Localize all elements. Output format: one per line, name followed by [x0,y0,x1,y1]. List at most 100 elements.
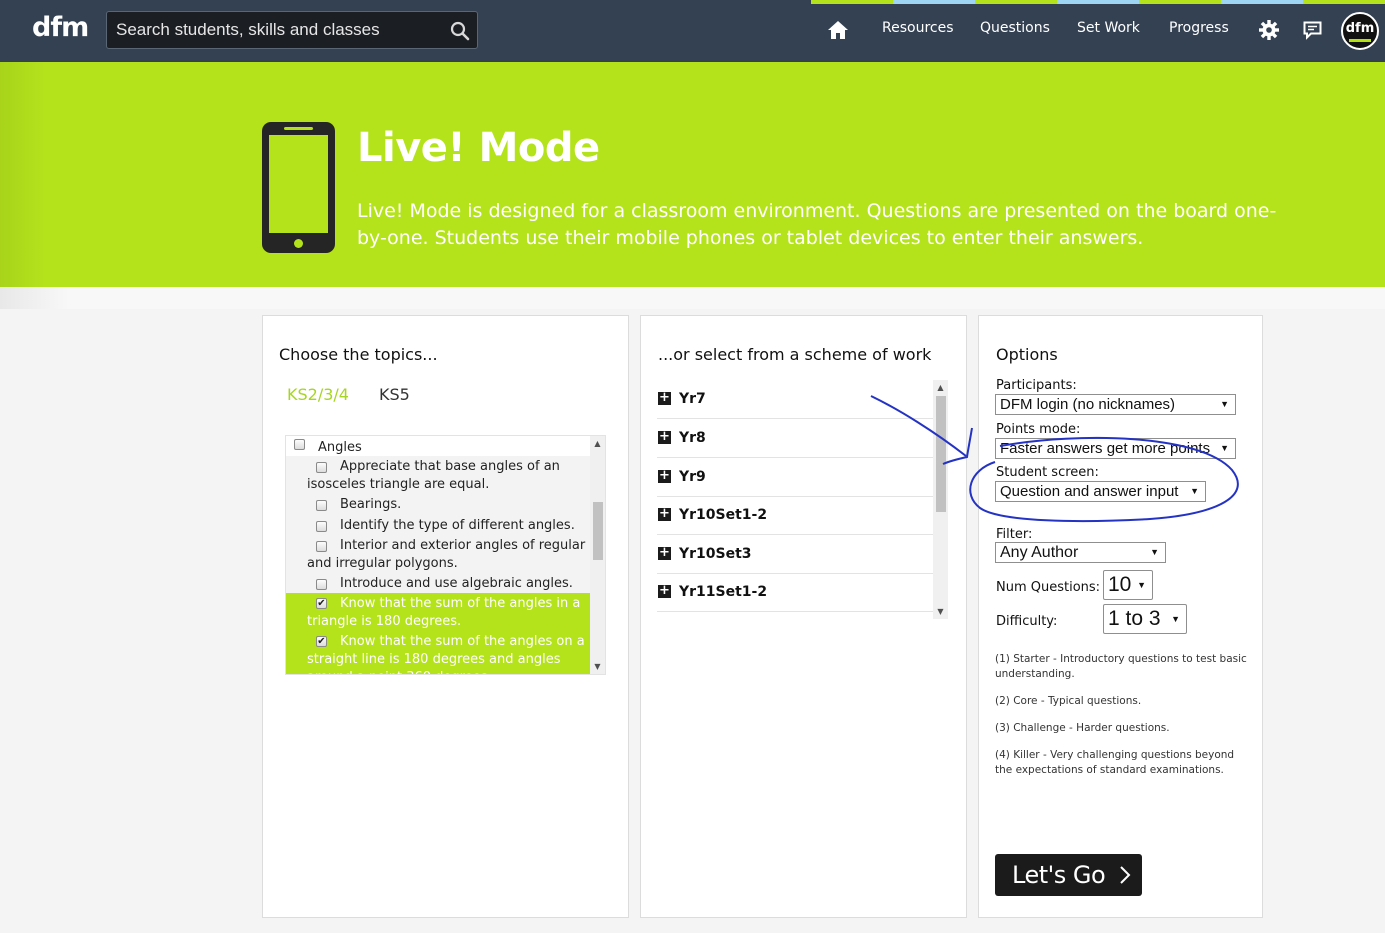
scheme-list[interactable]: + Yr7 + Yr8 + Yr9 + Yr10Set1-2 + Yr10Set… [657,380,948,619]
scroll-up-arrow-icon[interactable]: ▲ [590,436,605,451]
scheme-item[interactable]: + Yr11Set1-2 [657,573,933,612]
avatar-underline [1349,39,1371,42]
checkbox[interactable] [294,439,305,450]
points-mode-select[interactable]: Faster answers get more points ▼ [995,438,1236,459]
strip-segment [893,0,975,4]
topic-list-scrollbar[interactable]: ▲ ▼ [590,436,605,674]
page-title: Live! Mode [357,125,600,171]
expand-plus-icon[interactable]: + [658,469,671,483]
num-questions-value: 10 [1108,573,1132,596]
tab-ks234[interactable]: KS2/3/4 [287,385,349,404]
chat-icon[interactable] [1303,21,1322,40]
difficulty-note: (3) Challenge - Harder questions. [995,722,1170,734]
student-screen-label: Student screen: [996,465,1099,480]
scheme-item-label: Yr8 [679,430,706,446]
scroll-down-arrow-icon[interactable]: ▼ [590,659,605,674]
topics-heading: Choose the topics... [279,345,438,364]
num-questions-label: Num Questions: [996,580,1101,595]
checkbox[interactable] [316,500,327,511]
dropdown-arrow-icon: ▼ [1220,399,1229,409]
num-questions-select[interactable]: 10 ▼ [1103,570,1153,600]
strip-segment [1139,0,1221,4]
scheme-item[interactable]: + Yr7 [657,380,933,419]
phone-icon [262,122,335,253]
topic-item[interactable]: Identify the type of different angles. [286,517,592,535]
topic-item-label: Appreciate that base angles of an isosce… [307,459,560,492]
difficulty-label: Difficulty: [996,614,1058,629]
filter-select[interactable]: Any Author ▼ [995,542,1166,563]
avatar-text: dfm [1345,21,1375,36]
participants-value: DFM login (no nicknames) [1000,396,1176,413]
gear-icon[interactable] [1259,20,1279,40]
chevron-right-icon [1120,866,1131,884]
options-heading: Options [996,345,1058,364]
difficulty-select[interactable]: 1 to 3 ▼ [1103,604,1187,634]
scroll-thumb[interactable] [936,396,946,512]
scheme-item-label: Yr9 [679,469,706,485]
scheme-item[interactable]: + Yr8 [657,419,933,458]
lets-go-label: Let's Go [1012,861,1106,889]
home-icon[interactable] [828,21,848,39]
tab-ks5[interactable]: KS5 [379,385,410,404]
search-box[interactable] [106,11,478,49]
checkbox[interactable] [316,579,327,590]
difficulty-note: (2) Core - Typical questions. [995,695,1142,707]
scheme-item[interactable]: + Yr10Set3 [657,535,933,574]
checkbox[interactable] [316,541,327,552]
scheme-item-label: Yr7 [679,391,706,407]
expand-plus-icon[interactable]: + [658,584,671,598]
topic-item[interactable]: Bearings. [286,496,592,514]
expand-plus-icon[interactable]: + [658,507,671,521]
search-icon[interactable] [449,20,471,42]
topic-item-label: Identify the type of different angles. [340,518,575,533]
checkbox-checked[interactable]: ✔ [316,598,327,609]
dropdown-arrow-icon: ▼ [1190,486,1199,496]
scheme-item-label: Yr10Set3 [679,546,752,562]
scheme-item-label: Yr11Set1-2 [679,584,768,600]
topic-item-label: Know that the sum of the angles in a tri… [307,596,581,629]
checkbox[interactable] [316,521,327,532]
dropdown-arrow-icon: ▼ [1218,439,1229,458]
nav-resources[interactable]: Resources [882,20,954,36]
avatar[interactable]: dfm [1341,12,1379,50]
nav-questions[interactable]: Questions [980,20,1050,36]
topic-item-label: Know that the sum of the angles on a str… [307,634,585,674]
page-description: Live! Mode is designed for a classroom e… [357,200,1277,249]
dropdown-arrow-icon: ▼ [1171,614,1180,624]
topic-item-selected[interactable]: ✔ Know that the sum of the angles in a t… [286,593,592,631]
strip-segment [811,0,893,4]
scheme-item[interactable]: + Yr10Set1-2 [657,496,933,535]
scroll-up-arrow-icon[interactable]: ▲ [933,380,948,395]
checkbox-checked[interactable]: ✔ [316,636,327,647]
topic-list[interactable]: Angles Appreciate that base angles of an… [285,435,606,675]
scroll-down-arrow-icon[interactable]: ▼ [933,604,948,619]
expand-plus-icon[interactable]: + [658,546,671,560]
student-screen-select[interactable]: Question and answer input ▼ [995,481,1206,502]
logo[interactable]: dfm [32,12,89,43]
topic-item[interactable]: Interior and exterior angles of regular … [286,537,592,573]
scheme-list-scrollbar[interactable]: ▲ ▼ [933,380,948,619]
scheme-item[interactable]: + Yr9 [657,458,933,497]
topic-group-angles[interactable]: Angles [286,436,592,456]
topic-item-selected[interactable]: ✔ Know that the sum of the angles on a s… [286,631,592,674]
checkbox[interactable] [316,462,327,473]
lets-go-button[interactable]: Let's Go [995,854,1142,896]
scroll-thumb[interactable] [593,502,603,560]
nav-progress[interactable]: Progress [1169,20,1229,36]
dropdown-arrow-icon: ▼ [1150,547,1159,557]
top-navigation-bar: dfm Resources Questions Set Work Progres… [0,0,1385,62]
topic-item[interactable]: Introduce and use algebraic angles. [286,575,592,593]
hero-shade [0,62,45,287]
topic-item-label: Introduce and use algebraic angles. [340,576,573,591]
student-screen-value: Question and answer input [1000,483,1179,500]
hero-banner: Live! Mode Live! Mode is designed for a … [0,62,1385,287]
expand-plus-icon[interactable]: + [658,391,671,405]
divider-band [0,287,1385,309]
topic-item[interactable]: Appreciate that base angles of an isosce… [286,458,592,494]
scheme-heading: ...or select from a scheme of work [658,345,932,364]
participants-select[interactable]: DFM login (no nicknames) ▼ [995,394,1236,415]
search-input[interactable] [116,20,436,40]
expand-plus-icon[interactable]: + [658,430,671,444]
nav-set-work[interactable]: Set Work [1077,20,1140,36]
strip-segment [1057,0,1139,4]
